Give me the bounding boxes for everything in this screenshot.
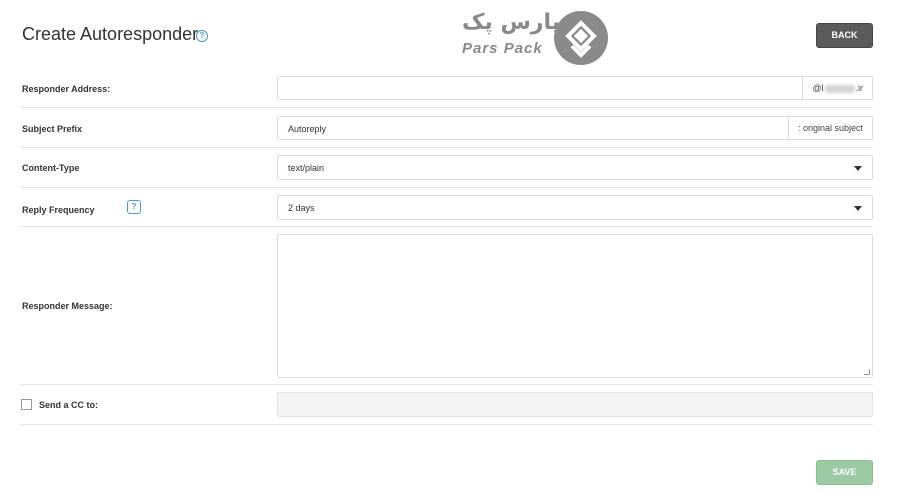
send-cc-label: Send a CC to:: [39, 400, 99, 410]
logo-persian-text: پارس پک: [462, 10, 560, 35]
subject-prefix-label: Subject Prefix: [22, 124, 83, 134]
subject-suffix-addon: : original subject: [787, 116, 873, 140]
responder-address-label: Responder Address:: [22, 84, 111, 94]
logo-mark-icon: [554, 11, 608, 65]
chevron-down-icon: [854, 166, 862, 171]
content-type-label: Content-Type: [22, 163, 80, 173]
chevron-down-icon: [854, 206, 862, 211]
subject-prefix-value: Autoreply: [288, 124, 327, 134]
parspack-logo: پارس پک Pars Pack: [460, 10, 610, 66]
reply-frequency-value: 2 days: [288, 203, 315, 213]
content-type-select[interactable]: text/plain: [277, 155, 873, 180]
domain-prefix: @l: [812, 83, 824, 93]
reply-frequency-select[interactable]: 2 days: [277, 195, 873, 220]
logo-english-text: Pars Pack: [462, 40, 543, 57]
back-button[interactable]: BACK: [816, 23, 873, 48]
responder-address-input[interactable]: @l .ir: [277, 76, 873, 100]
content-type-value: text/plain: [288, 163, 325, 173]
page-header: Create Autoresponder ? پارس پک Pars Pack…: [0, 0, 900, 72]
responder-message-textarea[interactable]: [277, 234, 873, 378]
send-cc-input[interactable]: [277, 392, 873, 417]
domain-suffix: .ir: [855, 83, 864, 93]
save-button[interactable]: SAVE: [816, 460, 873, 485]
responder-message-label: Responder Message:: [22, 301, 113, 311]
reply-frequency-help-icon[interactable]: ?: [127, 200, 141, 214]
page-title: Create Autoresponder: [22, 24, 199, 44]
reply-frequency-label: Reply Frequency: [22, 205, 95, 215]
responder-domain-addon: @l .ir: [802, 76, 873, 100]
subject-prefix-input[interactable]: Autoreply : original subject: [277, 116, 873, 140]
resize-handle-icon[interactable]: [864, 369, 870, 375]
redacted-domain: [824, 84, 855, 93]
send-cc-checkbox[interactable]: [21, 399, 32, 410]
help-icon[interactable]: ?: [196, 30, 208, 42]
